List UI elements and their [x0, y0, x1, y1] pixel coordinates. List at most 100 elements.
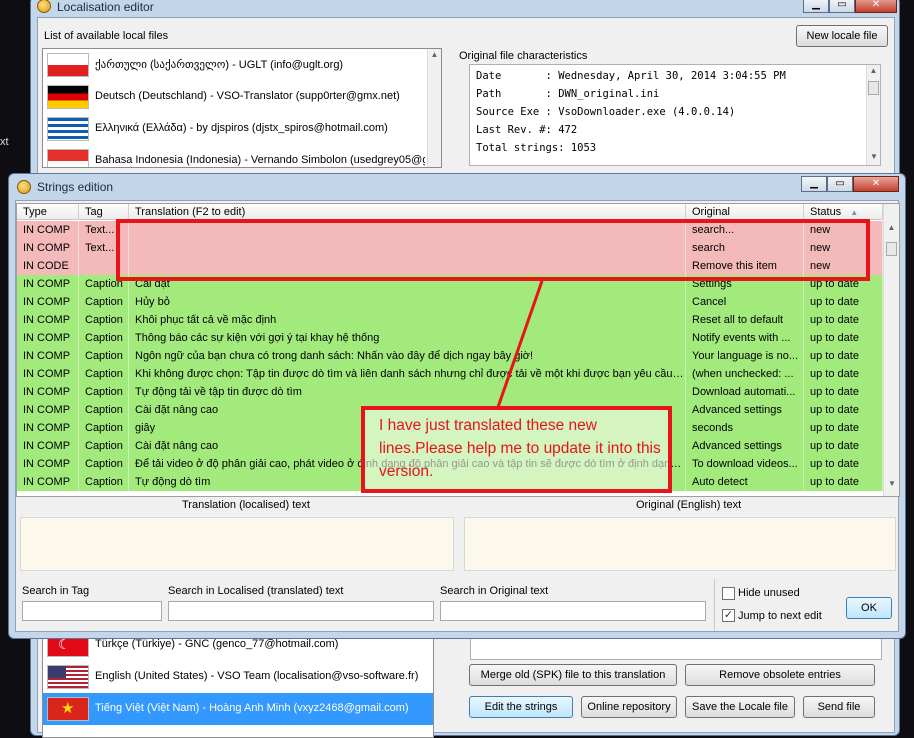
- search-tag-input[interactable]: [22, 601, 162, 621]
- cell-translation[interactable]: Ngôn ngữ của bạn chưa có trong danh sách…: [129, 347, 686, 365]
- scroll-down-icon[interactable]: ▼: [884, 478, 899, 490]
- list-item[interactable]: Bahasa Indonesia (Indonesia) - Vernando …: [43, 145, 427, 167]
- list-item-selected[interactable]: ★ Tiếng Việt (Việt Nam) - Hoàng Anh Minh…: [43, 693, 433, 725]
- cell-type: IN COMP: [17, 419, 79, 437]
- cell-original: Download automati...: [686, 383, 804, 401]
- cell-tag: Caption: [79, 293, 129, 311]
- orig-characteristics-label: Original file characteristics: [459, 50, 588, 62]
- total-strings-value: 1053: [570, 142, 597, 154]
- list-scrollbar[interactable]: ▲: [427, 49, 441, 167]
- close-button[interactable]: ✕: [855, 0, 897, 13]
- cell-translation[interactable]: Thông báo các sự kiện với gợi ý tại khay…: [129, 329, 686, 347]
- app-icon: [37, 0, 51, 13]
- cell-original: To download videos...: [686, 455, 804, 473]
- column-translation[interactable]: Translation (F2 to edit): [129, 204, 686, 220]
- edit-strings-button[interactable]: Edit the strings: [469, 696, 573, 718]
- search-original-input[interactable]: [440, 601, 706, 621]
- scroll-thumb[interactable]: [886, 242, 897, 256]
- merge-spk-button[interactable]: Merge old (SPK) file to this translation: [469, 664, 677, 686]
- jump-next-checkbox[interactable]: ✓: [722, 609, 735, 622]
- table-row[interactable]: IN COMP Caption Tự động tải về tập tin đượ…: [17, 383, 883, 401]
- cell-tag: Caption: [79, 311, 129, 329]
- cell-original: Your language is no...: [686, 347, 804, 365]
- scroll-down-icon[interactable]: ▼: [867, 151, 881, 163]
- minimize-button[interactable]: ▁: [803, 0, 829, 13]
- cell-translation[interactable]: Hủy bỏ: [129, 293, 686, 311]
- search-localised-label: Search in Localised (translated) text: [168, 585, 344, 597]
- cell-tag: Caption: [79, 437, 129, 455]
- ok-button[interactable]: OK: [846, 597, 892, 619]
- table-row[interactable]: IN COMP Caption Khi không được chọn: Tập t…: [17, 365, 883, 383]
- table-row[interactable]: IN COMP Caption Thông báo các sự kiện với …: [17, 329, 883, 347]
- table-row[interactable]: IN COMP Caption Khôi phục tất cả về mặc đị…: [17, 311, 883, 329]
- cell-type: IN COMP: [17, 455, 79, 473]
- list-item[interactable]: Deutsch (Deutschland) - VSO-Translator (…: [43, 81, 427, 113]
- language-list-lower[interactable]: ☾ Türkçe (Türkiye) - GNC (genco_77@hotma…: [42, 628, 434, 738]
- list-item[interactable]: ქართული (საქართველო) - UGLT (info@uglt.o…: [43, 49, 427, 81]
- cell-original: Advanced settings: [686, 437, 804, 455]
- cell-status: up to date: [804, 473, 883, 491]
- search-localised-input[interactable]: [168, 601, 434, 621]
- grid-scrollbar[interactable]: ▲ ▼: [883, 204, 899, 496]
- online-repository-button[interactable]: Online repository: [581, 696, 677, 718]
- list-item[interactable]: Ελληνικά (Ελλάδα) - by djspiros (djstx_s…: [43, 113, 427, 145]
- cell-status: up to date: [804, 383, 883, 401]
- cell-status: up to date: [804, 437, 883, 455]
- cell-tag: Caption: [79, 419, 129, 437]
- date-value: Wednesday, April 30, 2014 3:04:55 PM: [558, 70, 786, 82]
- cell-type: IN COMP: [17, 329, 79, 347]
- new-locale-button[interactable]: New locale file: [796, 25, 888, 47]
- language-name: Türkçe (Türkiye) - GNC (genco_77@hotmail…: [95, 638, 339, 650]
- cell-original: Notify events with ...: [686, 329, 804, 347]
- cell-status: up to date: [804, 329, 883, 347]
- cell-status: up to date: [804, 365, 883, 383]
- cell-translation[interactable]: Tự động tải về tập tin được dò tìm: [129, 383, 686, 401]
- cell-translation[interactable]: Khi không được chọn: Tập tin được dò tìm…: [129, 365, 686, 383]
- remove-obsolete-button[interactable]: Remove obsolete entries: [685, 664, 875, 686]
- language-name: Deutsch (Deutschland) - VSO-Translator (…: [95, 90, 400, 102]
- cell-type: IN COMP: [17, 221, 79, 239]
- column-type[interactable]: Type: [17, 204, 79, 220]
- cell-type: IN COMP: [17, 383, 79, 401]
- annotation-note-text: I have just translated these new lines.P…: [379, 417, 661, 480]
- translation-text-editor[interactable]: [20, 517, 454, 571]
- column-original[interactable]: Original: [686, 204, 804, 220]
- maximize-button[interactable]: ▭: [827, 176, 853, 192]
- save-locale-button[interactable]: Save the Locale file: [685, 696, 795, 718]
- title-bar: Localisation editor ▁ ▭ ✕: [31, 0, 899, 15]
- cell-translation[interactable]: Khôi phục tất cả về mặc định: [129, 311, 686, 329]
- maximize-button[interactable]: ▭: [829, 0, 855, 13]
- language-list[interactable]: ქართული (საქართველო) - UGLT (info@uglt.o…: [42, 48, 442, 168]
- georgia-flag-icon: [47, 53, 89, 77]
- language-name: Tiếng Việt (Việt Nam) - Hoàng Anh Minh (…: [95, 702, 409, 714]
- characteristics-scrollbar[interactable]: ▲ ▼: [866, 65, 880, 165]
- search-bar: Search in Tag Search in Localised (trans…: [16, 579, 900, 633]
- annotation-note: I have just translated these new lines.P…: [361, 406, 672, 493]
- scroll-up-icon[interactable]: ▲: [884, 222, 899, 234]
- cell-tag: Caption: [79, 473, 129, 491]
- column-tag[interactable]: Tag: [79, 204, 129, 220]
- search-original-label: Search in Original text: [440, 585, 549, 597]
- cell-type: IN COMP: [17, 401, 79, 419]
- path-value: DWN_original.ini: [558, 88, 660, 100]
- translation-panel-label: Translation (localised) text: [182, 499, 310, 511]
- scroll-up-icon[interactable]: ▲: [428, 49, 441, 61]
- table-row[interactable]: IN COMP Caption Ngôn ngữ của bạn chưa có t…: [17, 347, 883, 365]
- close-button[interactable]: ✕: [853, 176, 899, 192]
- scroll-up-icon[interactable]: ▲: [867, 65, 880, 77]
- cell-type: IN CODE: [17, 257, 79, 275]
- app-icon: [17, 180, 31, 194]
- annotation-highlight-box: [116, 219, 870, 281]
- cell-original: Advanced settings: [686, 401, 804, 419]
- list-item[interactable]: English (United States) - VSO Team (loca…: [43, 661, 433, 693]
- cell-original: (when unchecked: ...: [686, 365, 804, 383]
- send-file-button[interactable]: Send file: [803, 696, 875, 718]
- language-name: Ελληνικά (Ελλάδα) - by djspiros (djstx_s…: [95, 122, 388, 134]
- cell-status: up to date: [804, 347, 883, 365]
- column-status[interactable]: Status ▲: [804, 204, 883, 220]
- edge-text: xt: [0, 136, 9, 148]
- table-row[interactable]: IN COMP Caption Hủy bỏ Cancel up to date: [17, 293, 883, 311]
- hide-unused-checkbox[interactable]: [722, 587, 735, 600]
- scroll-thumb[interactable]: [868, 81, 879, 95]
- minimize-button[interactable]: ▁: [801, 176, 827, 192]
